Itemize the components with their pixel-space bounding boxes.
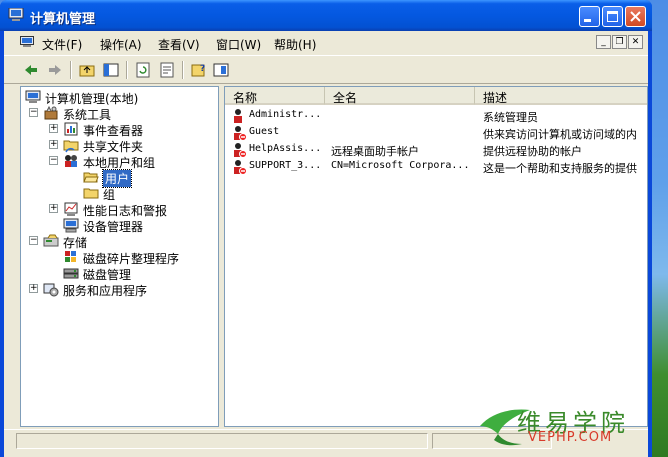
mdi-close-button[interactable]: ✕ (628, 35, 643, 49)
expand-toggle[interactable]: + (49, 140, 58, 149)
performance-icon (64, 202, 78, 216)
collapse-toggle[interactable]: − (29, 108, 38, 117)
table-row[interactable]: Administr... 系统管理员 (225, 107, 647, 124)
status-cell-main (16, 433, 428, 449)
tools-icon (44, 105, 58, 120)
toolbar-separator (126, 61, 128, 79)
tree-label: 组 (103, 188, 116, 202)
toolbar-separator (70, 61, 72, 79)
column-header-fullname[interactable]: 全名 (325, 87, 475, 105)
menu-file[interactable]: 文件(F) (42, 36, 82, 53)
cell-name: Administr... (249, 109, 322, 120)
cell-description: 这是一个帮助和支持服务的提供 (483, 162, 637, 175)
cell-description: 提供远程协助的帐户 (483, 145, 582, 158)
tree-label: 设备管理器 (83, 220, 144, 234)
show-tree-icon[interactable] (102, 61, 120, 79)
close-icon (630, 11, 641, 22)
computer-icon (8, 8, 24, 21)
cell-fullname: 远程桌面助手帐户 (331, 145, 419, 158)
client-area: 文件(F) 操作(A) 查看(V) 窗口(W) 帮助(H) _ ❐ ✕ ? 计算… (4, 31, 648, 457)
up-folder-icon[interactable] (78, 61, 96, 79)
menu-bar: 文件(F) 操作(A) 查看(V) 窗口(W) 帮助(H) _ ❐ ✕ (4, 31, 648, 55)
tree-label-selected: 用户 (101, 169, 133, 188)
open-folder-icon (83, 172, 99, 183)
folder-icon (83, 188, 99, 199)
menu-help[interactable]: 帮助(H) (274, 36, 316, 53)
watermark-subtext: VEPHP.COM (528, 430, 613, 445)
user-disabled-icon (234, 160, 247, 175)
tree-label: 计算机管理(本地) (45, 92, 139, 106)
table-row[interactable]: SUPPORT_3... CN=Microsoft Corpora... 这是一… (225, 158, 647, 175)
table-row[interactable]: Guest 供来宾访问计算机或访问域的内 (225, 124, 647, 141)
svg-text:?: ? (200, 64, 205, 74)
disk-management-icon (63, 268, 79, 279)
results-list: 名称 全名 描述 Administr... 系统管理员 Guest 供来宾访问计… (224, 86, 648, 427)
minimize-button[interactable] (579, 6, 600, 27)
expand-toggle[interactable]: + (29, 284, 38, 293)
properties-icon[interactable] (212, 61, 230, 79)
collapse-toggle[interactable]: − (49, 156, 58, 165)
cell-name: Guest (249, 126, 280, 137)
title-bar[interactable]: 计算机管理 (0, 0, 652, 31)
refresh-icon[interactable] (134, 61, 152, 79)
tree-label: 磁盘管理 (83, 268, 132, 282)
toolbar-separator (182, 61, 184, 79)
table-row[interactable]: HelpAssis... 远程桌面助手帐户 提供远程协助的帐户 (225, 141, 647, 158)
window-title: 计算机管理 (30, 12, 96, 27)
collapse-toggle[interactable]: − (29, 236, 38, 245)
cell-name: HelpAssis... (249, 143, 322, 154)
tree-label: 事件查看器 (83, 124, 144, 138)
services-icon (43, 283, 59, 297)
user-icon (234, 109, 242, 123)
app-menu-icon[interactable] (20, 36, 34, 48)
cell-description: 系统管理员 (483, 111, 538, 124)
tree-label: 磁盘碎片整理程序 (83, 252, 180, 266)
cell-description: 供来宾访问计算机或访问域的内 (483, 128, 637, 141)
menu-action[interactable]: 操作(A) (100, 36, 142, 53)
close-button[interactable] (625, 6, 646, 27)
export-list-icon[interactable] (158, 61, 176, 79)
mdi-minimize-button[interactable]: _ (596, 35, 611, 49)
back-arrow-icon[interactable] (22, 61, 40, 79)
cell-fullname: CN=Microsoft Corpora... (331, 160, 470, 171)
mdi-restore-button[interactable]: ❐ (612, 35, 627, 49)
storage-icon (43, 234, 59, 247)
user-disabled-icon (234, 143, 247, 158)
users-group-icon (65, 155, 77, 167)
expand-toggle[interactable]: + (49, 204, 58, 213)
computer-icon (25, 90, 41, 103)
tree-label: 共享文件夹 (83, 140, 144, 154)
maximize-button[interactable] (602, 6, 623, 27)
tree-label: 服务和应用程序 (63, 284, 148, 298)
shared-folder-icon (63, 140, 79, 153)
console-tree: 计算机管理(本地) − 系统工具 + 事件查看器 + 共享文件夹 − 本地用户和… (20, 86, 219, 427)
computer-management-window: 计算机管理 文件(F) 操作(A) 查看(V) 窗口(W) 帮助(H) _ ❐ … (0, 0, 652, 457)
cell-name: SUPPORT_3... (249, 160, 322, 171)
menu-window[interactable]: 窗口(W) (216, 36, 261, 53)
help-icon[interactable]: ? (190, 61, 208, 79)
toolbar: ? (4, 55, 648, 84)
device-manager-icon (63, 218, 79, 233)
user-disabled-icon (234, 126, 247, 141)
expand-toggle[interactable]: + (49, 124, 58, 133)
menu-view[interactable]: 查看(V) (158, 36, 200, 53)
column-header-description[interactable]: 描述 (475, 87, 647, 105)
forward-arrow-icon[interactable] (46, 61, 64, 79)
event-viewer-icon (64, 122, 78, 136)
defrag-icon (65, 251, 76, 262)
tree-label: 性能日志和警报 (83, 204, 168, 218)
column-header-name[interactable]: 名称 (225, 87, 325, 105)
